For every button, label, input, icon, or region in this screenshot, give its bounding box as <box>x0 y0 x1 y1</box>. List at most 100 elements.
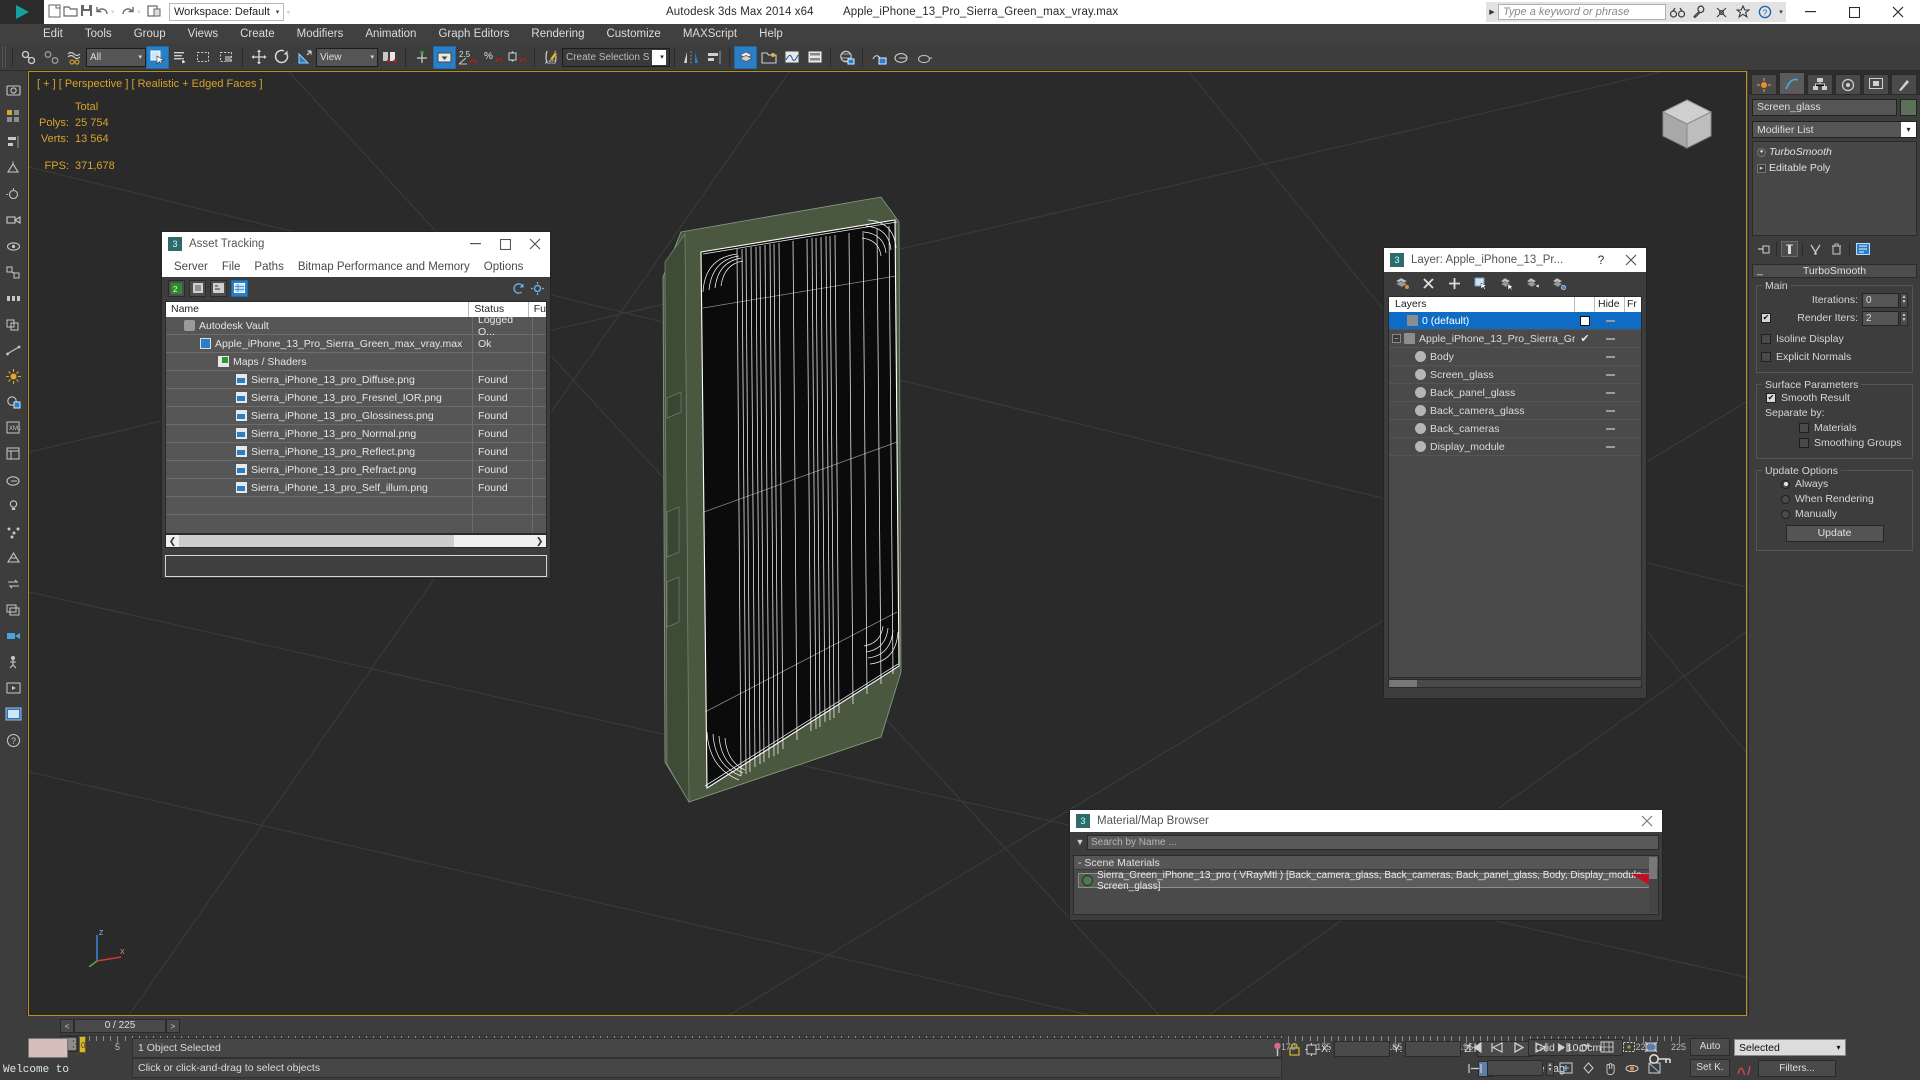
menu-item-customize[interactable]: Customize <box>595 24 671 44</box>
isoline-display-checkbox[interactable]: ✔ <box>1761 334 1771 344</box>
menu-item-views[interactable]: Views <box>177 24 229 44</box>
menu-item-options[interactable]: Options <box>477 261 531 273</box>
frame-number-stepper[interactable]: ▲ ▼ <box>1546 1060 1554 1076</box>
table-row[interactable]: Autodesk Vault Logged O... <box>166 314 546 338</box>
x-coord-field[interactable] <box>1333 1041 1390 1057</box>
vertical-scrollbar[interactable] <box>1649 857 1657 913</box>
maximize-button[interactable] <box>1832 0 1876 24</box>
utilities-tab[interactable] <box>1891 74 1917 95</box>
material-xml-exporter-icon[interactable]: XML <box>0 415 26 441</box>
menu-item-create[interactable]: Create <box>229 24 286 44</box>
update-manually-radio[interactable] <box>1781 509 1790 519</box>
menu-item-server[interactable]: Server <box>167 261 215 273</box>
smooth-result-row[interactable]: ✔ Smooth Result <box>1761 392 1908 404</box>
table-row[interactable]: Sierra_iPhone_13_pro_Diffuse.png Found <box>166 371 546 389</box>
auto-key-button[interactable]: Auto <box>1690 1038 1730 1056</box>
menu-item-edit[interactable]: Edit <box>32 24 74 44</box>
app-logo-icon[interactable] <box>0 0 44 24</box>
mmb-titlebar[interactable]: 3 Material/Map Browser <box>1070 810 1662 832</box>
layer-hide-toggle[interactable] <box>1595 373 1625 376</box>
normal-align-icon[interactable] <box>0 155 26 181</box>
make-unique-icon[interactable] <box>1807 241 1824 257</box>
layer-current-toggle[interactable]: ✔ <box>1575 332 1595 345</box>
close-button[interactable] <box>520 232 550 256</box>
help-dropdown-icon[interactable]: ▾ <box>1776 2 1786 22</box>
window-crossing-toggle-icon[interactable] <box>215 46 238 69</box>
mirror-icon[interactable] <box>679 46 702 69</box>
select-object-icon[interactable] <box>146 45 169 69</box>
scene-explorer-icon[interactable] <box>0 441 26 467</box>
table-row[interactable]: Sierra_iPhone_13_pro_Self_illum.png Foun… <box>166 479 546 497</box>
time-configuration-icon[interactable] <box>1597 1038 1617 1056</box>
menu-item-modifiers[interactable]: Modifiers <box>286 24 355 44</box>
hide-unselected-icon[interactable] <box>1550 275 1567 292</box>
render-production-icon[interactable] <box>913 46 936 69</box>
zoom-all-icon[interactable] <box>1578 1059 1598 1077</box>
refresh-icon[interactable] <box>511 281 526 296</box>
selection-filter-combo[interactable]: All ▾ <box>86 47 146 67</box>
add-selection-icon[interactable] <box>1446 275 1463 292</box>
curve-editor-icon[interactable] <box>780 46 803 69</box>
smooth-result-checkbox[interactable]: ✔ <box>1766 393 1776 403</box>
use-pivot-center-icon[interactable] <box>378 46 401 69</box>
tree-view-icon[interactable] <box>210 279 227 297</box>
grab-viewport-icon[interactable] <box>0 701 26 727</box>
toolbar-grip[interactable] <box>2 46 8 68</box>
menu-item-tools[interactable]: Tools <box>74 24 123 44</box>
welcome-panel-label[interactable]: Welcome to <box>0 1060 130 1080</box>
column-header-name[interactable]: Name <box>166 302 470 317</box>
align-to-view-icon[interactable] <box>0 233 26 259</box>
rollout-header[interactable]: _ TurboSmooth <box>1752 264 1917 278</box>
highlight-selected-icon[interactable] <box>1524 275 1541 292</box>
column-header-layers[interactable]: Layers <box>1389 297 1575 312</box>
layer-dialog-titlebar[interactable]: 3 Layer: Apple_iPhone_13_Pr... ? <box>1384 248 1646 272</box>
batch-render-icon[interactable] <box>0 597 26 623</box>
hierarchy-tab[interactable] <box>1807 74 1833 95</box>
layer-list[interactable]: Layers Hide Fr 0 (default) – Apple_iPhon… <box>1388 296 1642 678</box>
menu-item-rendering[interactable]: Rendering <box>520 24 595 44</box>
place-highlight-icon[interactable] <box>0 181 26 207</box>
layer-row-back-cameras[interactable]: Back_cameras <box>1389 420 1641 438</box>
prev-frame-button[interactable]: < <box>60 1019 74 1033</box>
layer-horizontal-scrollbar[interactable] <box>1388 679 1642 688</box>
project-folder-icon[interactable] <box>147 4 161 20</box>
select-and-manipulate-icon[interactable] <box>410 46 433 69</box>
frame-number-field[interactable] <box>1487 1060 1543 1076</box>
filter-arrow-icon[interactable]: ▼ <box>1073 837 1087 847</box>
sunlight-system-icon[interactable] <box>0 363 26 389</box>
menu-item-group[interactable]: Group <box>123 24 177 44</box>
layer-manager-dialog[interactable]: 3 Layer: Apple_iPhone_13_Pr... ? Layers … <box>1384 248 1646 698</box>
help-icon[interactable]: ? <box>1754 2 1776 22</box>
layer-row-screen-glass[interactable]: Screen_glass <box>1389 366 1641 384</box>
motion-tab[interactable] <box>1835 74 1861 95</box>
modifier-stack-item-editable-poly[interactable]: ▸ Editable Poly <box>1755 162 1914 174</box>
key-filters-button[interactable]: Filters... <box>1758 1060 1836 1077</box>
maximize-viewport-icon[interactable] <box>1644 1059 1664 1077</box>
walkthrough-assistant-icon[interactable] <box>0 649 26 675</box>
asset-tracking-grid[interactable]: Name Status Fu Autodesk Vault Logged O..… <box>165 301 547 534</box>
table-row[interactable]: Sierra_iPhone_13_pro_Normal.png Found <box>166 425 546 443</box>
separate-smoothing-groups-row[interactable]: ✔ Smoothing Groups <box>1761 437 1908 449</box>
update-manually-row[interactable]: Manually <box>1761 508 1908 520</box>
delete-layer-icon[interactable] <box>1420 275 1437 292</box>
current-frame-display[interactable]: 0 / 225 <box>74 1019 166 1033</box>
table-row[interactable]: Apple_iPhone_13_Pro_Sierra_Green_max_vra… <box>166 335 546 353</box>
workspace-selector[interactable]: Workspace: Default ▾ <box>169 3 285 21</box>
zoom-region-icon[interactable] <box>1619 1038 1639 1056</box>
play-animation-icon[interactable] <box>1509 1038 1529 1056</box>
update-when-rendering-row[interactable]: When Rendering <box>1761 493 1908 505</box>
table-row[interactable]: Sierra_iPhone_13_pro_Reflect.png Found <box>166 443 546 461</box>
configure-modifier-sets-icon[interactable] <box>1854 241 1871 257</box>
checkbox-icon[interactable] <box>1580 315 1590 326</box>
layer-row-apple-iphone[interactable]: – Apple_iPhone_13_Pro_Sierra_Green ✔ <box>1389 330 1641 348</box>
customize-qat-icon[interactable]: ▾ <box>286 8 298 17</box>
vault-icon[interactable]: 2 <box>168 279 185 297</box>
layer-hide-toggle[interactable] <box>1595 319 1625 322</box>
align-icon[interactable] <box>702 46 725 69</box>
layer-row-back-camera-glass[interactable]: Back_camera_glass <box>1389 402 1641 420</box>
save-file-icon[interactable] <box>80 4 93 20</box>
collapse-icon[interactable]: _ <box>1757 264 1763 277</box>
expand-icon[interactable]: ▸ <box>1757 163 1766 173</box>
scene-converter-icon[interactable] <box>0 571 26 597</box>
collapse-icon[interactable]: – <box>1392 334 1401 343</box>
